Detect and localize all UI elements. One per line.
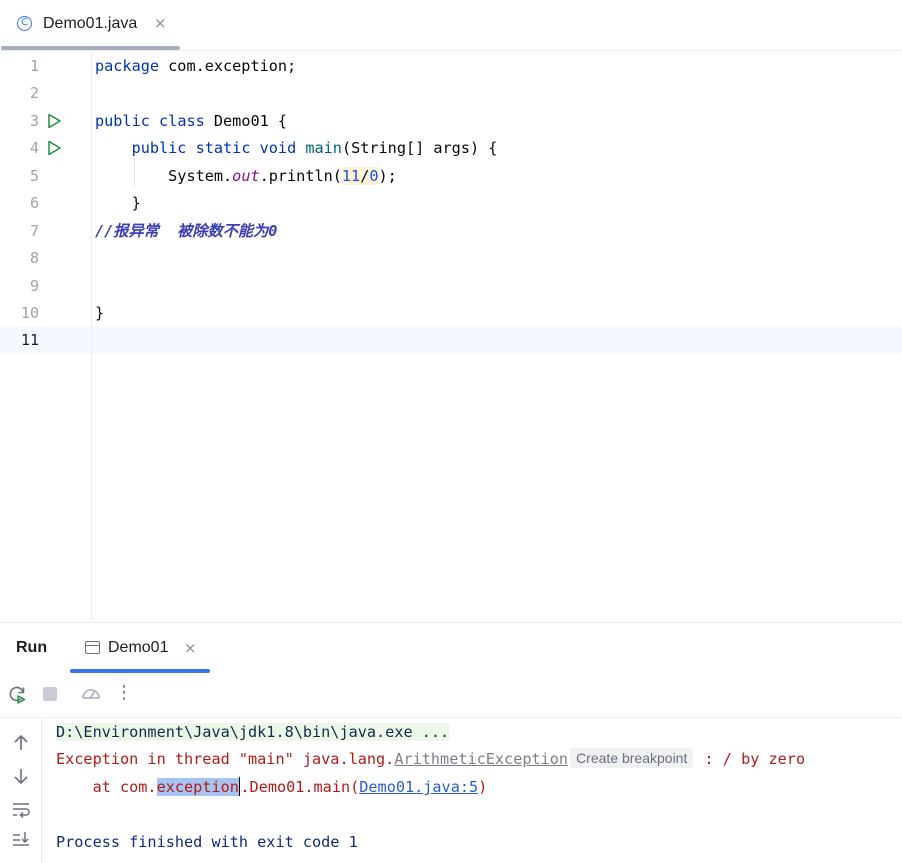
code-line-current: 11 <box>0 327 902 354</box>
line-number: 9 <box>29 277 39 295</box>
profiler-icon[interactable] <box>80 683 102 705</box>
stack-trace-method: .Demo01.main( <box>240 778 360 796</box>
stop-icon[interactable] <box>39 683 61 705</box>
source-location-link[interactable]: Demo01.java:5 <box>359 778 478 796</box>
console-icon <box>85 641 100 654</box>
println-call: .println( <box>259 167 342 185</box>
run-tool-window-header: Run Demo01 × <box>0 622 902 674</box>
number-literal: 0 <box>369 167 379 185</box>
method-params: (String[] args) { <box>341 139 498 157</box>
closing-brace: } <box>131 194 141 212</box>
line-number: 8 <box>29 249 39 267</box>
close-icon[interactable]: × <box>154 14 167 32</box>
line-number: 5 <box>29 167 39 185</box>
create-breakpoint-button[interactable]: Create breakpoint <box>570 748 694 768</box>
active-tab-indicator <box>1 46 180 50</box>
exception-prefix: Exception in thread "main" java.lang. <box>56 750 395 768</box>
selected-text: exception <box>156 778 239 796</box>
exception-class-link[interactable]: ArithmeticException <box>394 750 568 768</box>
java-class-icon: C <box>17 16 32 31</box>
line-number: 7 <box>29 222 39 240</box>
console-line: D:\Environment\Java\jdk1.8\bin\java.exe … <box>56 719 450 746</box>
line-number: 2 <box>29 84 39 102</box>
line-number: 4 <box>29 139 39 157</box>
console-side-toolbar <box>0 718 42 863</box>
static-field: out <box>232 167 260 185</box>
class-declaration: Demo01 { <box>204 112 288 130</box>
console-command: D:\Environment\Java\jdk1.8\bin\java.exe … <box>56 723 450 741</box>
method-name: main <box>305 139 342 157</box>
keyword: public <box>131 139 187 157</box>
run-tab-label: Demo01 <box>108 639 169 656</box>
editor-tab-demo01-java[interactable]: C Demo01.java × <box>0 0 180 50</box>
process-finished-message: Process finished with exit code 1 <box>56 833 358 851</box>
keyword: public <box>95 112 150 130</box>
keyword: void <box>259 139 297 157</box>
code-line: 6 } <box>0 190 902 217</box>
number-literal: 11 <box>341 167 361 185</box>
run-class-icon[interactable] <box>46 113 62 129</box>
closing-brace: } <box>95 304 105 322</box>
code-line: 4 public static void main(String[] args)… <box>0 135 902 162</box>
system-class: System. <box>168 167 233 185</box>
code-line: 1 package com.exception; <box>0 53 902 80</box>
run-main-icon[interactable] <box>46 140 62 156</box>
code-line: 3 public class Demo01 { <box>0 108 902 135</box>
code-line: 5 System.out.println(11/0); <box>0 163 902 190</box>
keyword: package <box>95 57 160 75</box>
scroll-up-icon[interactable] <box>10 732 32 754</box>
console-line: Exception in thread "main" java.lang.Ari… <box>56 746 805 773</box>
line-number: 11 <box>20 331 39 349</box>
editor-tab-bar: C Demo01.java × <box>0 0 902 51</box>
console-line: at com.exception.Demo01.main(Demo01.java… <box>56 774 487 801</box>
division-operator: / <box>360 167 370 185</box>
code-comment: //报异常 被除数不能为0 <box>95 222 278 240</box>
package-name: com.exception; <box>159 57 297 75</box>
line-number: 6 <box>29 194 39 212</box>
code-line: 7 //报异常 被除数不能为0 <box>0 218 902 245</box>
scroll-to-end-icon[interactable] <box>10 829 32 851</box>
rerun-icon[interactable] <box>6 683 28 705</box>
code-line: 8 <box>0 245 902 272</box>
exception-message: : / by zero <box>695 750 806 768</box>
call-end: ); <box>378 167 397 185</box>
code-line: 2 <box>0 80 902 107</box>
run-window-title: Run <box>16 639 48 656</box>
line-number: 1 <box>29 57 39 75</box>
line-number: 10 <box>20 304 39 322</box>
stack-trace-prefix: at com. <box>56 778 157 796</box>
console-output[interactable]: D:\Environment\Java\jdk1.8\bin\java.exe … <box>56 718 902 863</box>
more-icon[interactable]: ⋮ <box>113 682 135 704</box>
keyword: static <box>195 139 251 157</box>
console-line: Process finished with exit code 1 <box>56 829 358 856</box>
close-icon[interactable]: × <box>184 639 197 657</box>
code-editor[interactable]: 1 package com.exception; 2 3 public clas… <box>0 51 902 621</box>
stack-trace-end: ) <box>478 778 488 796</box>
division-expression-highlight: 11/0 <box>341 167 379 185</box>
scroll-down-icon[interactable] <box>10 765 32 787</box>
keyword: class <box>159 112 205 130</box>
code-line: 9 <box>0 273 902 300</box>
soft-wrap-icon[interactable] <box>10 798 32 820</box>
run-toolbar: ⋮ <box>0 673 902 718</box>
line-number: 3 <box>29 112 39 130</box>
code-line: 10 } <box>0 300 902 327</box>
editor-tab-label: Demo01.java <box>43 15 138 32</box>
